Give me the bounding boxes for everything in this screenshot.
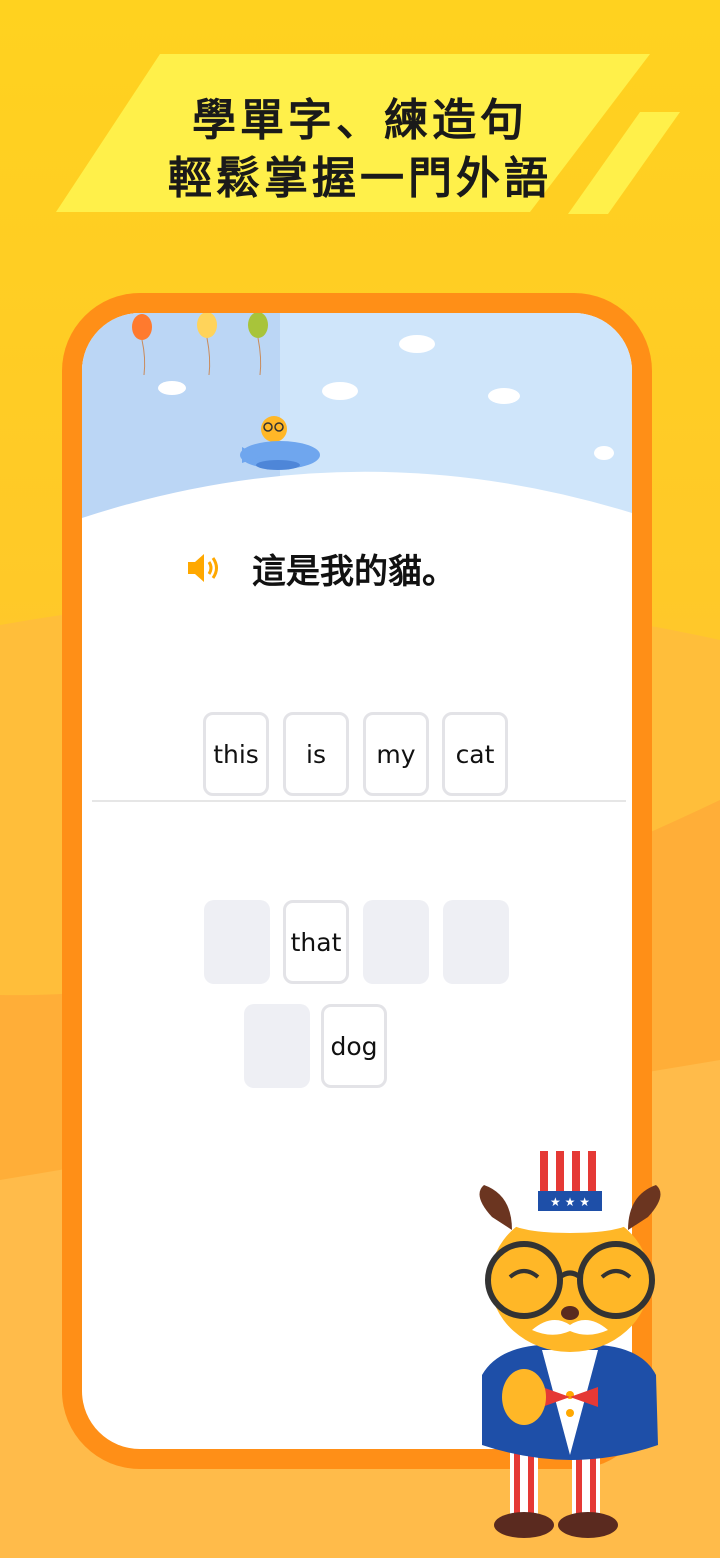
answer-word-tile[interactable]: my: [363, 712, 429, 796]
speaker-icon[interactable]: [184, 548, 224, 588]
answer-word-tile[interactable]: this: [203, 712, 269, 796]
word-bank-slot-empty: [363, 900, 429, 984]
headline-line-2: 輕鬆掌握一門外語: [168, 153, 552, 204]
answer-word-tile[interactable]: cat: [442, 712, 508, 796]
sky-header: [82, 313, 632, 553]
svg-text:★ ★ ★: ★ ★ ★: [550, 1195, 590, 1209]
mascot-illustration: ★ ★ ★: [479, 1151, 661, 1538]
answer-word-tile[interactable]: is: [283, 712, 349, 796]
prompt-sentence: 這是我的貓。: [252, 551, 456, 592]
headline-line-1: 學單字、練造句: [192, 95, 528, 146]
prompt-row: 這是我的貓。: [184, 543, 456, 593]
word-bank-slot-empty: [443, 900, 509, 984]
answer-divider: [92, 800, 626, 802]
word-bank-tile[interactable]: that: [283, 900, 349, 984]
word-bank-slot-empty: [244, 1004, 310, 1088]
word-bank-slot-empty: [204, 900, 270, 984]
word-bank-tile[interactable]: dog: [321, 1004, 387, 1088]
